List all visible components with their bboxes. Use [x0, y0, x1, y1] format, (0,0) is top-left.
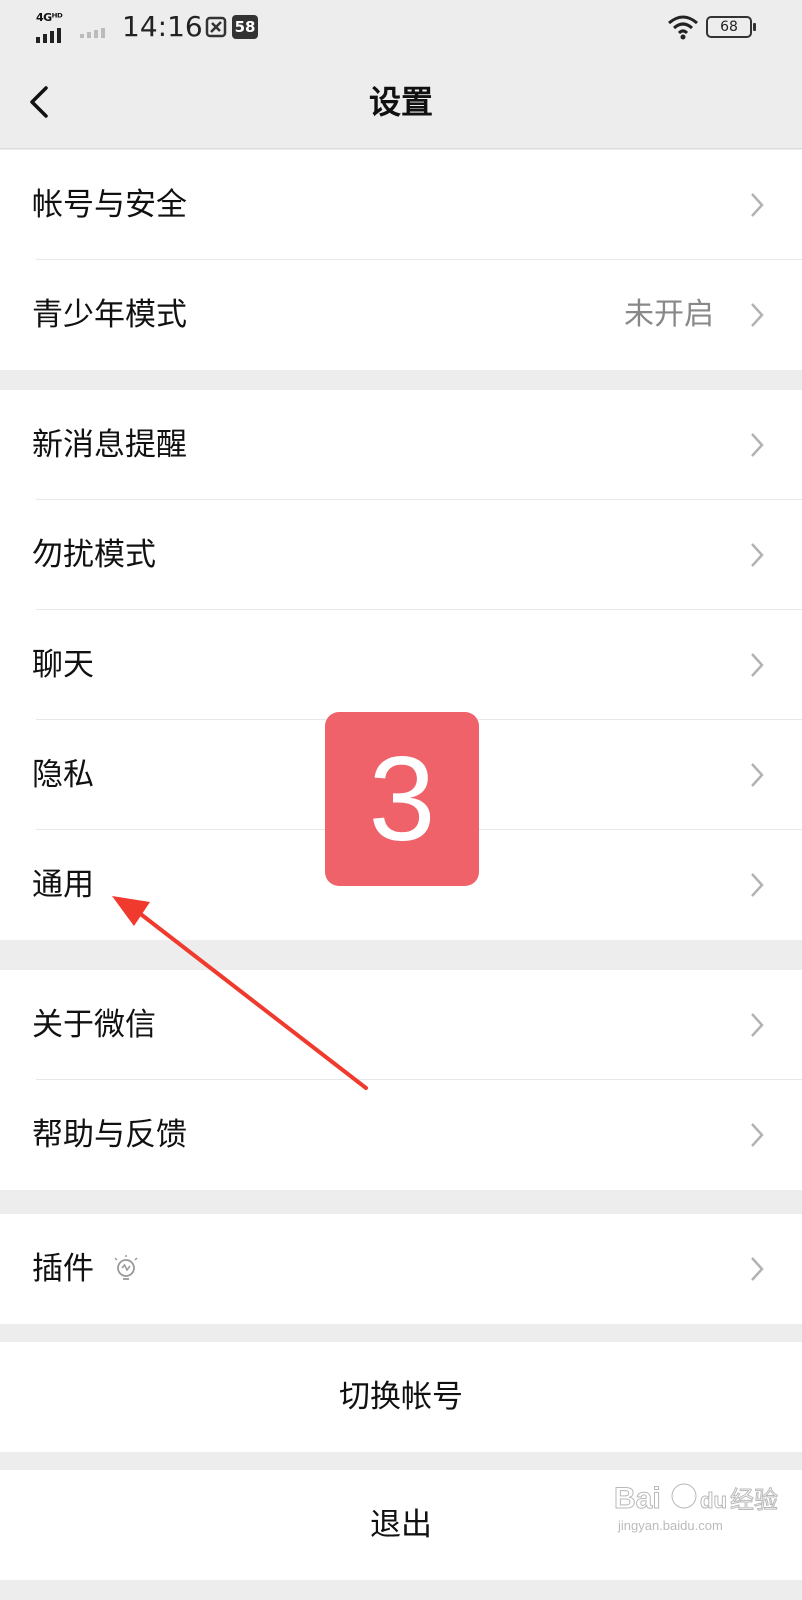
wifi-icon [668, 15, 698, 40]
settings-item-about-wechat[interactable]: 关于微信 [0, 970, 802, 1080]
page-title: 设置 [368, 83, 433, 121]
settings-item-help-feedback[interactable]: 帮助与反馈 [0, 1080, 802, 1190]
watermark-url: jingyan.baidu.com [617, 1518, 723, 1533]
notification-count-badge: 58 [232, 15, 258, 39]
settings-item-label: 新消息提醒 [32, 427, 187, 463]
app-notification-icon [205, 16, 227, 38]
chevron-right-icon [751, 873, 764, 897]
settings-item-label: 插件 [32, 1251, 94, 1287]
chevron-right-icon [751, 653, 764, 677]
chevron-right-icon [751, 1257, 764, 1281]
signal-bars-icon [36, 28, 61, 43]
network-type-label: 4Gᴴᴰ [36, 11, 63, 24]
teen-mode-status: 未开启 [624, 297, 714, 332]
settings-item-plugins[interactable]: 插件 [0, 1214, 802, 1324]
navigation-bar: 设置 [0, 56, 802, 149]
baidu-jingyan-watermark: Bai du 经验 jingyan.baidu.com [614, 1482, 779, 1534]
settings-item-label: 青少年模式 [32, 297, 187, 333]
chevron-right-icon [751, 193, 764, 217]
settings-item-account-security[interactable]: 帐号与安全 [0, 150, 802, 260]
settings-item-label: 隐私 [32, 757, 94, 793]
chevron-right-icon [751, 763, 764, 787]
settings-item-notifications[interactable]: 新消息提醒 [0, 390, 802, 500]
chevron-right-icon [751, 1013, 764, 1037]
lightbulb-icon [114, 1255, 138, 1280]
settings-group-account: 帐号与安全 青少年模式 未开启 [0, 150, 802, 370]
settings-group-plugins: 插件 [0, 1214, 802, 1324]
settings-item-teen-mode[interactable]: 青少年模式 未开启 [0, 260, 802, 370]
clock: 14:16 [122, 10, 203, 43]
settings-item-label: 帮助与反馈 [32, 1117, 187, 1153]
watermark-product: 经验 [730, 1486, 778, 1514]
watermark-brand-suffix: du [700, 1488, 727, 1513]
settings-item-label: 帐号与安全 [32, 187, 187, 223]
chevron-right-icon [751, 543, 764, 567]
switch-account-button[interactable]: 切换帐号 [0, 1342, 802, 1452]
settings-group-about: 关于微信 帮助与反馈 [0, 970, 802, 1190]
battery-indicator: 68 [706, 16, 756, 38]
watermark-brand: Bai [614, 1482, 661, 1515]
chevron-right-icon [751, 1123, 764, 1147]
settings-item-chat[interactable]: 聊天 [0, 610, 802, 720]
settings-item-label: 关于微信 [32, 1007, 156, 1043]
settings-item-label: 勿扰模式 [32, 537, 156, 573]
chevron-right-icon [751, 433, 764, 457]
settings-item-label: 通用 [32, 867, 94, 903]
status-bar: 4Gᴴᴰ 14:16 58 68 [0, 0, 802, 56]
settings-item-do-not-disturb[interactable]: 勿扰模式 [0, 500, 802, 610]
step-number-badge: 3 [325, 712, 479, 886]
settings-item-label: 聊天 [32, 647, 94, 683]
chevron-right-icon [751, 303, 764, 327]
signal-indicator: 4Gᴴᴰ [36, 11, 76, 43]
signal-bars-secondary-icon [80, 28, 105, 38]
